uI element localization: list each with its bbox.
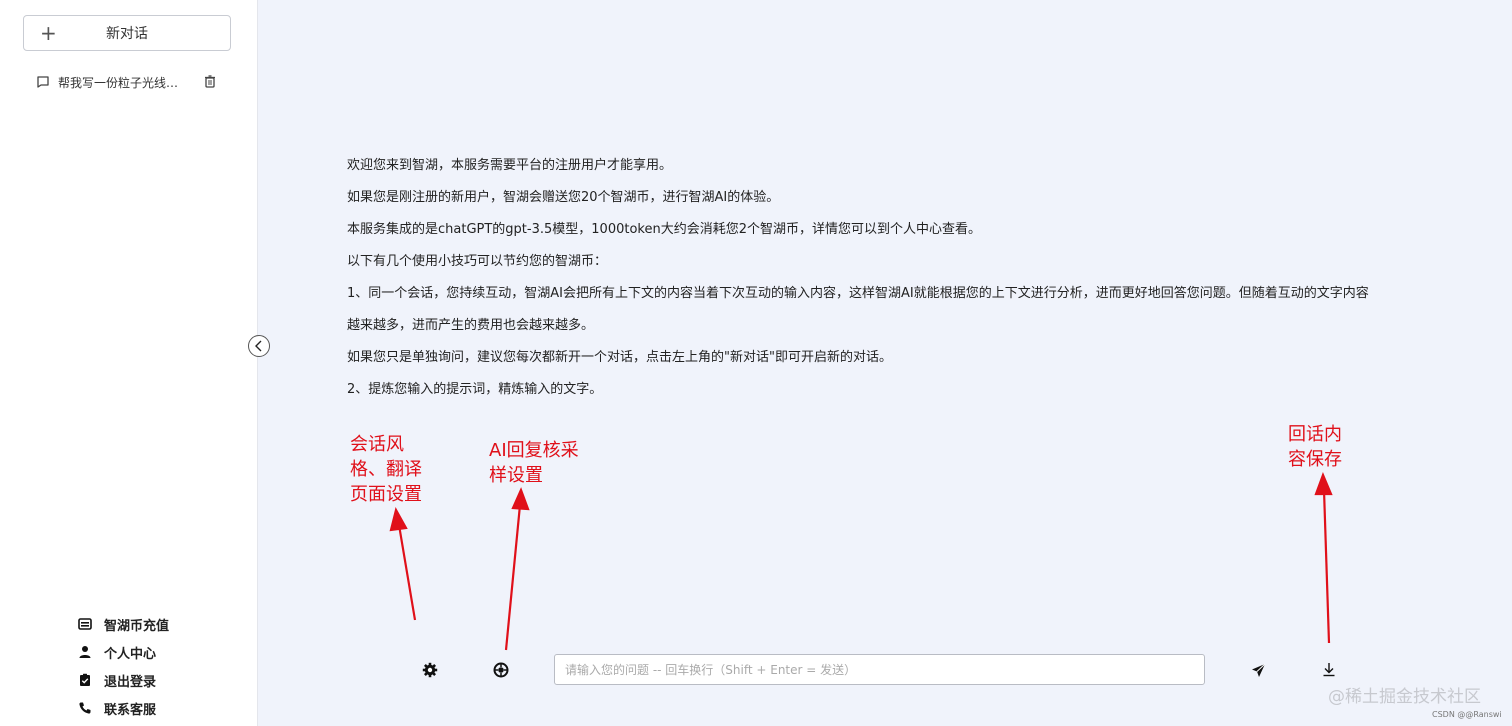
menu-item-recharge[interactable]: 智湖币充值 bbox=[78, 610, 169, 638]
save-conversation-button[interactable] bbox=[1319, 659, 1339, 679]
settings-button[interactable] bbox=[420, 660, 440, 680]
chat-bubble-icon bbox=[37, 76, 49, 88]
send-icon bbox=[1251, 663, 1265, 677]
welcome-line: 欢迎您来到智湖，本服务需要平台的注册用户才能享用。 bbox=[347, 158, 673, 173]
collapse-sidebar-button[interactable] bbox=[248, 335, 270, 357]
sidebar: + 新对话 帮我写一份粒子光线… 智湖币充值 个人中心 退出登录 联系客服 bbox=[0, 0, 258, 726]
menu-item-label: 智湖币充值 bbox=[104, 618, 170, 634]
welcome-line: 本服务集成的是chatGPT的gpt-3.5模型，1000token大约会消耗您… bbox=[347, 222, 981, 237]
sidebar-menu: 智湖币充值 个人中心 退出登录 联系客服 bbox=[78, 610, 169, 722]
welcome-message: 欢迎您来到智湖，本服务需要平台的注册用户才能享用。 如果您是刚注册的新用户，智湖… bbox=[347, 150, 1407, 406]
annotation-ai-sampling: AI回复核采 样设置 bbox=[489, 440, 579, 486]
menu-item-label: 退出登录 bbox=[104, 674, 157, 690]
menu-item-support[interactable]: 联系客服 bbox=[78, 694, 169, 722]
phone-icon bbox=[79, 702, 91, 714]
sampling-settings-button[interactable] bbox=[491, 660, 511, 680]
plus-icon: + bbox=[40, 21, 57, 45]
menu-item-label: 个人中心 bbox=[104, 646, 157, 662]
welcome-line: 如果您是刚注册的新用户，智湖会赠送您20个智湖币，进行智湖AI的体验。 bbox=[347, 190, 780, 205]
conversation-title: 帮我写一份粒子光线… bbox=[58, 75, 179, 90]
welcome-line: 以下有几个使用小技巧可以节约您的智湖币： bbox=[347, 254, 608, 269]
annotation-save-content: 回话内 容保存 bbox=[1288, 424, 1342, 470]
aperture-icon bbox=[493, 662, 509, 678]
send-button[interactable] bbox=[1248, 660, 1268, 680]
annotation-style-settings: 会话风 格、翻译 页面设置 bbox=[350, 434, 422, 505]
clipboard-check-icon bbox=[80, 673, 90, 686]
conversation-item[interactable]: 帮我写一份粒子光线… bbox=[36, 72, 226, 92]
user-icon bbox=[79, 646, 91, 658]
menu-item-logout[interactable]: 退出登录 bbox=[78, 666, 169, 694]
welcome-line: 如果您只是单独询问，建议您每次都新开一个对话，点击左上角的"新对话"即可开启新的… bbox=[347, 350, 892, 365]
wallet-icon bbox=[78, 618, 92, 630]
welcome-line: 2、提炼您输入的提示词，精炼输入的文字。 bbox=[347, 382, 603, 397]
gear-icon bbox=[422, 662, 438, 678]
menu-item-label: 联系客服 bbox=[104, 702, 157, 718]
download-icon bbox=[1323, 662, 1335, 676]
watermark: @稀土掘金技术社区 bbox=[1328, 687, 1481, 707]
menu-item-profile[interactable]: 个人中心 bbox=[78, 638, 169, 666]
chat-input[interactable] bbox=[554, 654, 1205, 685]
new-chat-button[interactable]: + 新对话 bbox=[23, 15, 231, 51]
welcome-line: 越来越多，进而产生的费用也会越来越多。 bbox=[347, 318, 595, 333]
welcome-line: 1、同一个会话，您持续互动，智湖AI会把所有上下文的内容当着下次互动的输入内容，… bbox=[347, 286, 1369, 301]
watermark-small: CSDN @@Ranswi bbox=[1432, 710, 1502, 719]
trash-icon[interactable] bbox=[204, 75, 216, 88]
chevron-left-icon bbox=[255, 340, 262, 352]
